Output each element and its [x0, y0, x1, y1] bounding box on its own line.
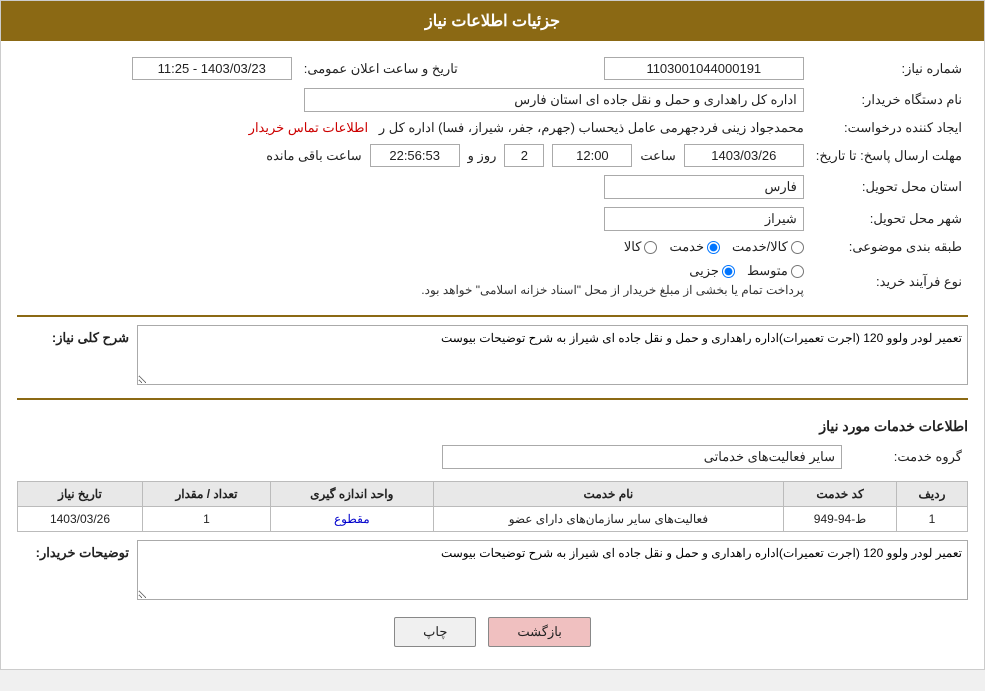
requester-value: محمدجواد زینی فردجهرمی عامل ذیحساب (جهرم…	[17, 116, 810, 140]
col-service-name: نام خدمت	[433, 482, 784, 507]
time-label: ساعت	[640, 148, 675, 164]
radio-medium[interactable]: متوسط	[747, 263, 804, 279]
page-header: جزئیات اطلاعات نیاز	[1, 1, 984, 41]
service-group-table: گروه خدمت: سایر فعالیت‌های خدماتی	[17, 441, 968, 473]
content-area: شماره نیاز: 1103001044000191 تاریخ و ساع…	[1, 41, 984, 669]
basic-info-table: شماره نیاز: 1103001044000191 تاریخ و ساع…	[17, 53, 968, 305]
date-time-value: 1403/03/23 - 11:25	[17, 53, 298, 84]
need-desc-section: شرح کلی نیاز:	[17, 315, 968, 388]
hours-label: ساعت باقی مانده	[266, 148, 361, 164]
service-info-section: اطلاعات خدمات مورد نیاز	[17, 398, 968, 435]
services-table: ردیف کد خدمت نام خدمت واحد اندازه گیری ت…	[17, 481, 968, 532]
button-row: بازگشت چاپ	[17, 617, 968, 647]
col-unit: واحد اندازه گیری	[271, 482, 433, 507]
radio-part[interactable]: جزیی	[689, 263, 735, 279]
page-title: جزئیات اطلاعات نیاز	[425, 13, 560, 30]
need-number-box: 1103001044000191	[604, 57, 804, 80]
need-desc-wrapper	[137, 325, 968, 388]
buyer-org-box: اداره کل راهداری و حمل و نقل جاده ای است…	[304, 88, 804, 112]
city-box: شیراز	[604, 207, 804, 231]
print-button[interactable]: چاپ	[394, 617, 476, 647]
need-desc-label: شرح کلی نیاز:	[17, 325, 137, 346]
back-button[interactable]: بازگشت	[488, 617, 590, 647]
purchase-type-label: نوع فرآیند خرید:	[810, 259, 968, 305]
province-label: استان محل تحویل:	[810, 171, 968, 203]
requester-name: محمدجواد زینی فردجهرمی عامل ذیحساب (جهرم…	[379, 120, 804, 135]
buyer-desc-wrapper	[137, 540, 968, 603]
buyer-desc-textarea[interactable]	[137, 540, 968, 600]
service-group-box: سایر فعالیت‌های خدماتی	[442, 445, 842, 469]
purchase-type-value: متوسط جزیی پرداخت تمام یا بخشی از مبلغ خ…	[17, 259, 810, 305]
radio-service[interactable]: خدمت	[669, 239, 720, 255]
radio-service-label: خدمت	[669, 239, 704, 255]
col-quantity: تعداد / مقدار	[142, 482, 270, 507]
deadline-value: 1403/03/26 ساعت 12:00 2 روز و 22:56:53 س…	[17, 140, 810, 171]
radio-goods-service-label: کالا/خدمت	[732, 239, 788, 255]
cell-need_date: 1403/03/26	[18, 507, 143, 532]
radio-part-input[interactable]	[722, 265, 735, 278]
cell-quantity: 1	[142, 507, 270, 532]
radio-goods-service-input[interactable]	[791, 241, 804, 254]
service-group-label: گروه خدمت:	[848, 441, 968, 473]
page-wrapper: جزئیات اطلاعات نیاز شماره نیاز: 11030010…	[0, 0, 985, 670]
service-info-title: اطلاعات خدمات مورد نیاز	[17, 418, 968, 435]
buyer-desc-value	[137, 540, 968, 603]
radio-goods-service[interactable]: کالا/خدمت	[732, 239, 804, 255]
deadline-remaining-box: 22:56:53	[370, 144, 460, 167]
city-value: شیراز	[17, 203, 810, 235]
days-label: روز و	[468, 148, 497, 164]
buyer-org-label: نام دستگاه خریدار:	[810, 84, 968, 116]
service-group-value: سایر فعالیت‌های خدماتی	[17, 441, 848, 473]
requester-contact-link[interactable]: اطلاعات تماس خریدار	[249, 120, 368, 135]
cell-service_code: ط-94-949	[784, 507, 897, 532]
radio-medium-input[interactable]	[791, 265, 804, 278]
need-desc-textarea[interactable]	[137, 325, 968, 385]
category-value: کالا/خدمت خدمت کالا	[17, 235, 810, 259]
buyer-org-value: اداره کل راهداری و حمل و نقل جاده ای است…	[17, 84, 810, 116]
need-desc-value	[137, 325, 968, 388]
need-number-value: 1103001044000191	[464, 53, 810, 84]
province-value: فارس	[17, 171, 810, 203]
col-need-date: تاریخ نیاز	[18, 482, 143, 507]
requester-label: ایجاد کننده درخواست:	[810, 116, 968, 140]
table-row: 1ط-94-949فعالیت‌های سایر سازمان‌های دارا…	[18, 507, 968, 532]
radio-service-input[interactable]	[707, 241, 720, 254]
cell-service_name: فعالیت‌های سایر سازمان‌های دارای عضو	[433, 507, 784, 532]
radio-goods[interactable]: کالا	[624, 239, 658, 255]
radio-part-label: جزیی	[689, 263, 719, 279]
deadline-label: مهلت ارسال پاسخ: تا تاریخ:	[810, 140, 968, 171]
need-number-label: شماره نیاز:	[810, 53, 968, 84]
deadline-days-box: 2	[504, 144, 544, 167]
buyer-desc-label: توضیحات خریدار:	[17, 540, 137, 561]
services-tbody: 1ط-94-949فعالیت‌های سایر سازمان‌های دارا…	[18, 507, 968, 532]
date-time-label: تاریخ و ساعت اعلان عمومی:	[298, 53, 464, 84]
cell-unit: مقطوع	[271, 507, 433, 532]
buyer-desc-section: توضیحات خریدار:	[17, 540, 968, 603]
purchase-notice: پرداخت تمام یا بخشی از مبلغ خریدار از مح…	[23, 283, 804, 297]
category-label: طبقه بندی موضوعی:	[810, 235, 968, 259]
date-time-box: 1403/03/23 - 11:25	[132, 57, 292, 80]
radio-goods-label: کالا	[624, 239, 642, 255]
deadline-date-box: 1403/03/26	[684, 144, 804, 167]
province-box: فارس	[604, 175, 804, 199]
radio-medium-label: متوسط	[747, 263, 788, 279]
city-label: شهر محل تحویل:	[810, 203, 968, 235]
cell-row: 1	[896, 507, 967, 532]
col-row: ردیف	[896, 482, 967, 507]
deadline-time-box: 12:00	[552, 144, 632, 167]
radio-goods-input[interactable]	[644, 241, 657, 254]
col-service-code: کد خدمت	[784, 482, 897, 507]
